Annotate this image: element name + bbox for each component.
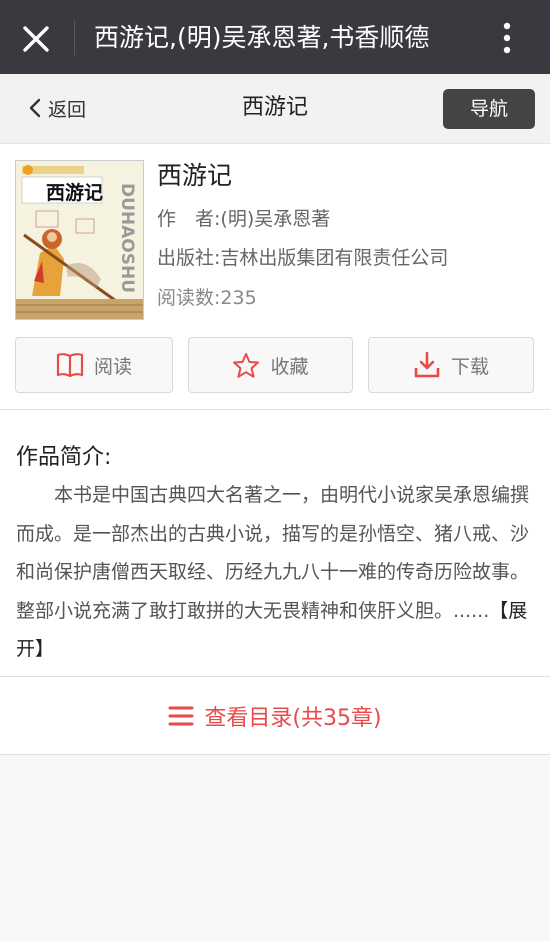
book-cover-image[interactable]: 西游记 DUHAOSHU [15, 160, 144, 320]
download-icon [414, 351, 440, 378]
book-publisher: 出版社:吉林出版集团有限责任公司 [157, 247, 449, 269]
book-intro-section: 作品简介: 本书是中国古典四大名著之一，由明代小说家吴承恩编撰而成。是一部杰出的… [0, 410, 550, 677]
page-nav-bar: 返回 西游记 导航 [0, 74, 550, 144]
app-top-bar: 西游记,(明)吴承恩著,书香顺德 [0, 0, 550, 74]
guide-button[interactable]: 导航 [443, 89, 535, 129]
back-button[interactable]: 返回 [28, 90, 86, 126]
read-button[interactable]: 阅读 [15, 337, 173, 393]
cover-side-text: DUHAOSHU [117, 183, 137, 293]
book-author: 作 者:(明)吴承恩著 [157, 208, 331, 230]
book-title: 西游记 [157, 161, 233, 190]
list-icon [168, 706, 194, 725]
read-button-label: 阅读 [93, 355, 132, 378]
intro-body: 本书是中国古典四大名著之一，由明代小说家吴承恩编撰而成。是一部杰出的古典小说，描… [16, 484, 530, 622]
book-info-card: 西游记 DUHAOSHU 西游记 作 者:(明)吴承恩著 出版社:吉林出版集团有… [0, 144, 550, 410]
book-read-count: 阅读数:235 [157, 287, 257, 309]
open-book-icon [56, 353, 84, 378]
more-menu-button[interactable] [492, 18, 522, 58]
cover-title-text: 西游记 [46, 181, 103, 204]
download-button[interactable]: 下载 [368, 337, 534, 393]
star-icon [233, 352, 260, 378]
view-toc-label: 查看目录(共35章) [204, 705, 382, 731]
chevron-left-icon [29, 98, 41, 118]
book-cover-art: 西游记 DUHAOSHU [16, 161, 143, 319]
download-button-label: 下载 [450, 355, 489, 378]
more-vertical-icon [503, 22, 511, 54]
close-button[interactable] [16, 19, 56, 59]
back-button-label: 返回 [48, 98, 87, 121]
favorite-button-label: 收藏 [270, 355, 309, 378]
intro-text: 本书是中国古典四大名著之一，由明代小说家吴承恩编撰而成。是一部杰出的古典小说，描… [16, 476, 534, 669]
page-title: 西游记 [241, 95, 308, 120]
view-toc-button[interactable]: 查看目录(共35章) [0, 677, 550, 755]
intro-heading: 作品简介: [16, 445, 112, 470]
top-bar-divider [74, 21, 75, 55]
close-icon [23, 26, 49, 52]
window-title: 西游记,(明)吴承恩著,书香顺德 [94, 23, 430, 52]
favorite-button[interactable]: 收藏 [188, 337, 353, 393]
